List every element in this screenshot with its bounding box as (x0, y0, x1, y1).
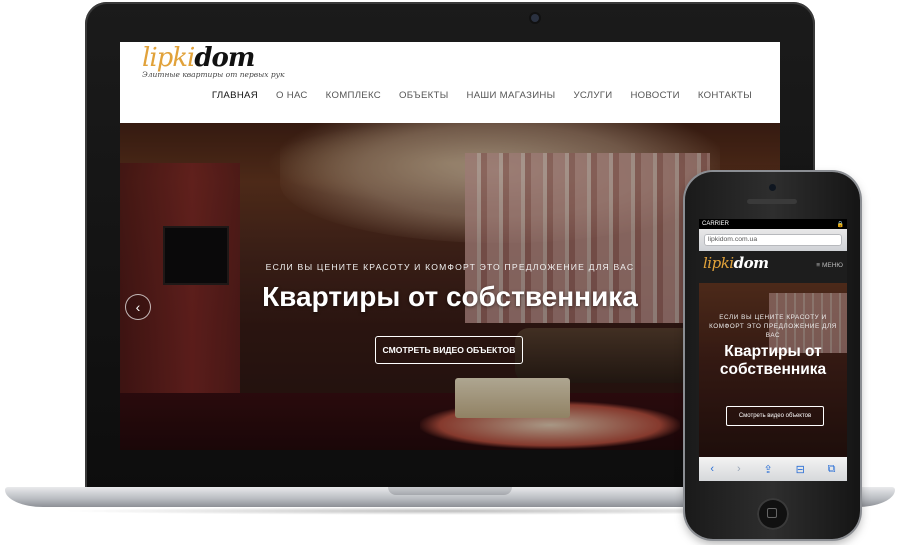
menu-label: МЕНЮ (821, 262, 843, 269)
watch-video-button[interactable]: СМОТРЕТЬ ВИДЕО ОБЪЕКТОВ (375, 336, 523, 364)
logo-tagline: Элитные квартиры от первых рук (142, 70, 285, 79)
phone-logo-part-lipki: lipki (703, 254, 734, 272)
phone-menu-button[interactable]: ≡ МЕНЮ (816, 262, 843, 269)
phone-watch-video-button[interactable]: Смотреть видео объектов (726, 406, 824, 426)
bookmarks-icon[interactable]: ⊟ (796, 463, 805, 476)
phone-browser-toolbar: ‹ › ⇪ ⊟ ⧉ (699, 457, 847, 481)
prev-slide-icon[interactable]: ‹ (125, 294, 151, 320)
laptop-notch (388, 487, 512, 495)
logo-wordmark: lipkidom (142, 44, 284, 72)
phone-hero-title: Квартиры от собственника (719, 343, 827, 378)
logo-part-dom: dom (194, 43, 255, 73)
main-nav: ГЛАВНАЯ О НАС КОМПЛЕКС ОБЪЕКТЫ НАШИ МАГА… (212, 90, 752, 101)
phone-camera (769, 184, 776, 191)
forward-icon[interactable]: › (737, 463, 741, 475)
carrier-label: CARRIER (702, 221, 730, 227)
phone-hero-subtitle: ЕСЛИ ВЫ ЦЕНИТЕ КРАСОТУ И КОМФОРТ ЭТО ПРЕ… (709, 314, 837, 339)
phone-hero: ЕСЛИ ВЫ ЦЕНИТЕ КРАСОТУ И КОМФОРТ ЭТО ПРЕ… (699, 283, 847, 457)
hero-title: Квартиры от собственника (262, 281, 638, 312)
laptop-camera (531, 14, 539, 22)
site-logo[interactable]: lipkidom Элитные квартиры от первых рук (142, 44, 284, 79)
phone-screen: CARRIER 🔒 lipkidom.com.ua lipkidom ≡ МЕН… (699, 219, 847, 481)
laptop-screen: lipkidom Элитные квартиры от первых рук … (120, 42, 780, 450)
phone-frame: CARRIER 🔒 lipkidom.com.ua lipkidom ≡ МЕН… (685, 172, 860, 539)
phone-site-header: lipkidom ≡ МЕНЮ (699, 251, 847, 283)
hero-subtitle: ЕСЛИ ВЫ ЦЕНИТЕ КРАСОТУ И КОМФОРТ ЭТО ПРЕ… (265, 262, 635, 272)
phone-status-bar: CARRIER 🔒 (699, 219, 847, 229)
home-button[interactable] (757, 498, 789, 530)
share-icon[interactable]: ⇪ (763, 463, 772, 476)
nav-item-complex[interactable]: КОМПЛЕКС (326, 90, 381, 101)
nav-item-services[interactable]: УСЛУГИ (573, 90, 612, 101)
url-field[interactable]: lipkidom.com.ua (704, 234, 842, 246)
nav-item-news[interactable]: НОВОСТИ (630, 90, 679, 101)
nav-item-about[interactable]: О НАС (276, 90, 308, 101)
back-icon[interactable]: ‹ (710, 463, 714, 475)
nav-item-objects[interactable]: ОБЪЕКТЫ (399, 90, 448, 101)
hamburger-icon: ≡ (816, 262, 820, 269)
tabs-icon[interactable]: ⧉ (828, 463, 836, 476)
phone-logo-part-dom: dom (733, 254, 769, 272)
nav-item-contacts[interactable]: КОНТАКТЫ (698, 90, 752, 101)
nav-item-shops[interactable]: НАШИ МАГАЗИНЫ (467, 90, 556, 101)
lock-icon: 🔒 (836, 221, 844, 228)
phone-url-bar: lipkidom.com.ua (699, 229, 847, 251)
phone-speaker (747, 199, 797, 204)
logo-part-lipki: lipki (142, 43, 195, 73)
site-header: lipkidom Элитные квартиры от первых рук … (120, 42, 780, 123)
phone-logo[interactable]: lipkidom (703, 254, 769, 272)
hero-slider: ЕСЛИ ВЫ ЦЕНИТЕ КРАСОТУ И КОМФОРТ ЭТО ПРЕ… (120, 123, 780, 450)
nav-item-home[interactable]: ГЛАВНАЯ (212, 90, 258, 101)
